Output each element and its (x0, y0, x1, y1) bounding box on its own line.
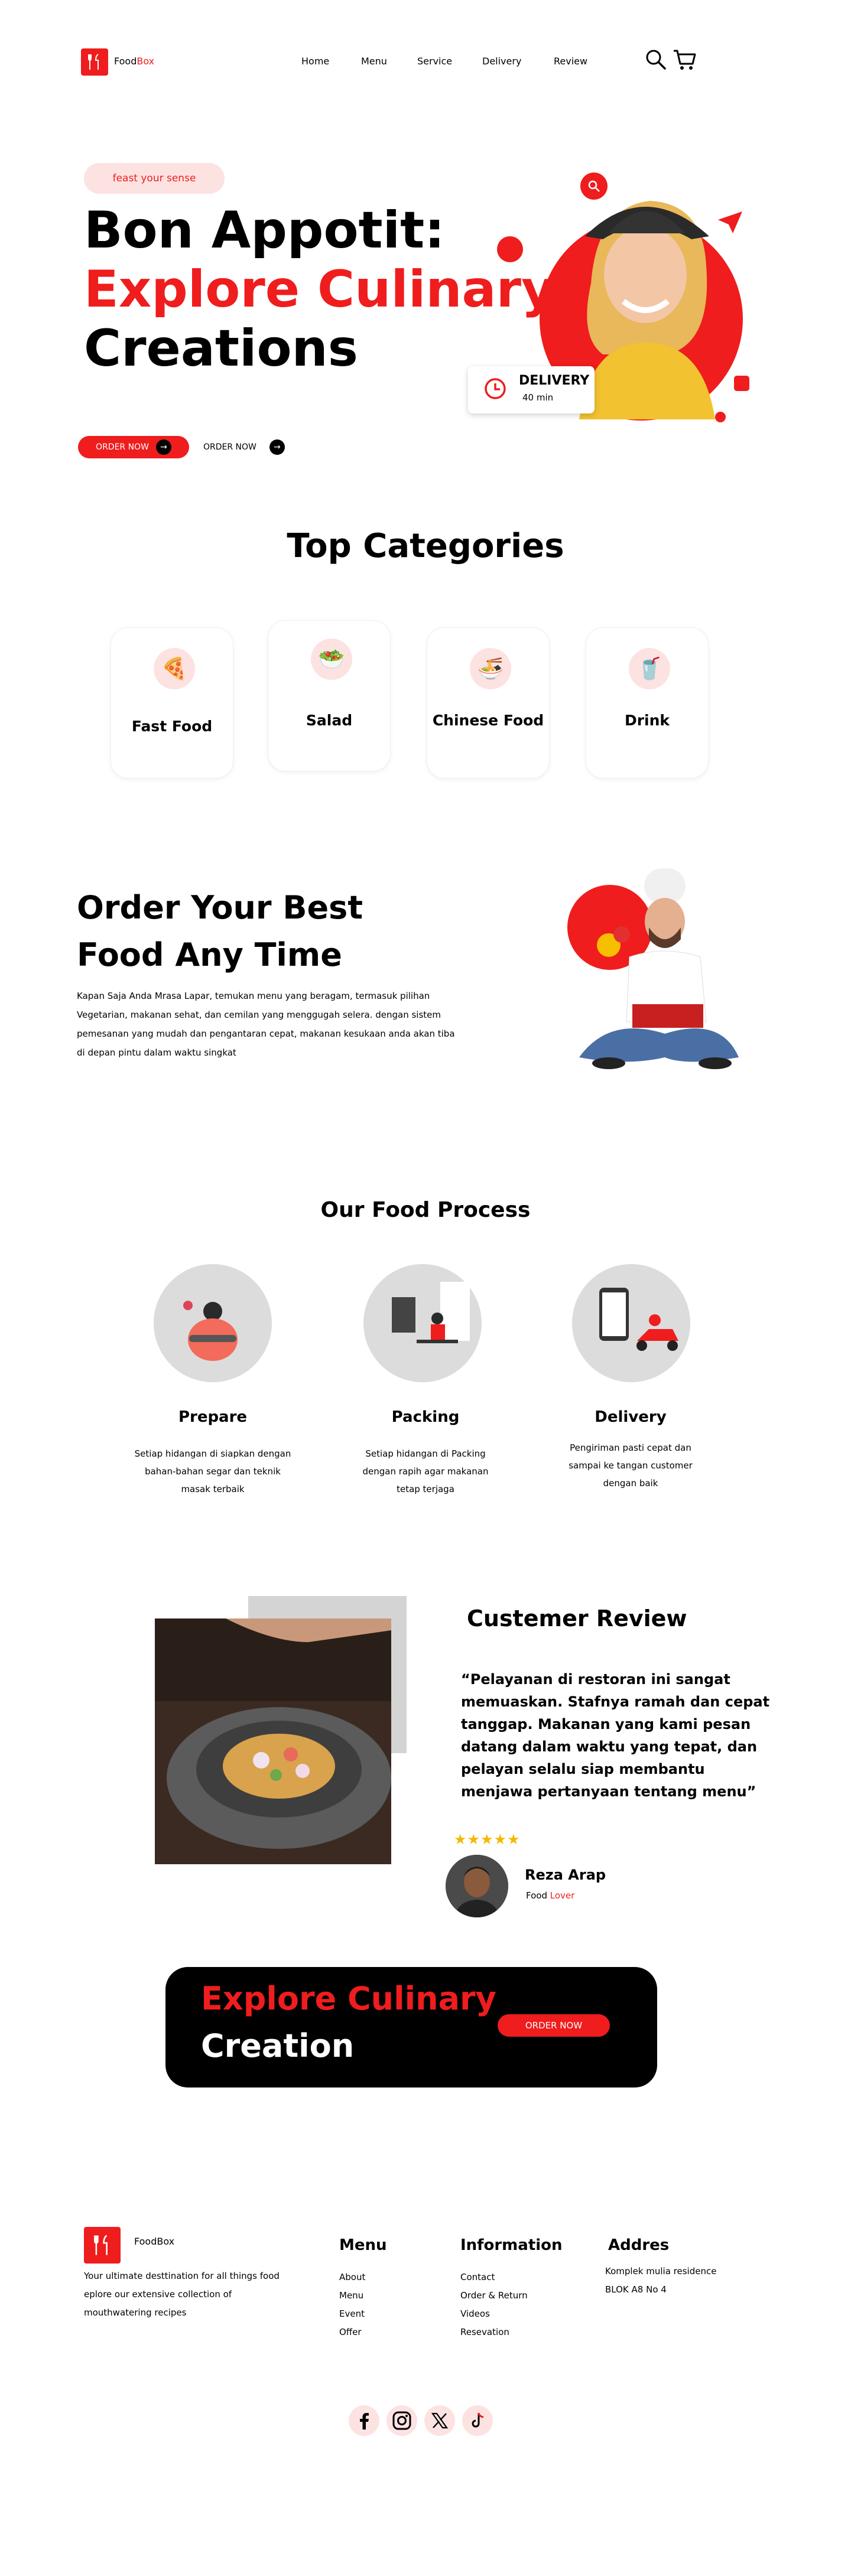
cta-title-line1: Explore Culinary (201, 1980, 496, 2017)
brand-name-part: Food (114, 56, 137, 67)
brand-name[interactable]: FoodBox (114, 56, 154, 67)
footer-menu-list: About Menu Event Offer (339, 2268, 365, 2341)
footer-link-contact[interactable]: Contact (460, 2268, 528, 2287)
category-card-fast-food[interactable]: 🍕 Fast Food (111, 627, 233, 779)
footer-address-title: Addres (608, 2236, 670, 2254)
nav-service[interactable]: Service (417, 56, 452, 67)
clock-icon (485, 378, 506, 399)
prepare-illustration (154, 1264, 272, 1382)
hero-order-secondary-label: ORDER NOW (203, 442, 256, 452)
reviewer-role-accent: Lover (550, 1890, 575, 1901)
cta-order-button[interactable]: ORDER NOW (498, 2014, 610, 2037)
arrow-right-icon: → (269, 439, 285, 455)
delivery-illustration (572, 1264, 690, 1382)
category-label: Fast Food (131, 718, 213, 735)
footer-link-about[interactable]: About (339, 2268, 365, 2287)
facebook-icon[interactable] (349, 2405, 379, 2436)
search-icon[interactable] (645, 48, 667, 73)
reviewer-role-part: Food (526, 1890, 547, 1901)
process-step-desc: Pengiriman pasti cepat dan sampai ke tan… (569, 1442, 693, 1489)
hero-search-badge[interactable] (580, 172, 608, 200)
nav-menu[interactable]: Menu (361, 56, 387, 67)
footer-link-menu[interactable]: Menu (339, 2287, 365, 2305)
process-step-name: Packing (391, 1408, 460, 1426)
fork-knife-icon (94, 2235, 108, 2255)
process-step-name: Delivery (595, 1408, 667, 1426)
pizza-icon: 🍕 (154, 648, 195, 689)
hero-title-line1: Bon Appotit: (84, 201, 445, 260)
hero-order-button-label: ORDER NOW (96, 442, 149, 452)
category-label: Chinese Food (432, 712, 544, 729)
noodles-icon: 🍜 (470, 648, 511, 689)
fork-knife-icon (88, 54, 99, 70)
process-title: Our Food Process (320, 1198, 531, 1222)
cart-icon[interactable] (673, 48, 697, 74)
category-label: Salad (306, 712, 353, 729)
chef-image (567, 868, 739, 1069)
footer-brand: FoodBox (134, 2236, 175, 2247)
footer-link-videos[interactable]: Videos (460, 2305, 528, 2323)
footer-info-title: Information (460, 2236, 563, 2254)
footer-link-reservation[interactable]: Resevation (460, 2323, 528, 2341)
cta-title-line2: Creation (201, 2027, 355, 2064)
categories-title: Top Categories (287, 527, 564, 565)
packing-illustration (363, 1264, 482, 1382)
review-food-image (155, 1618, 391, 1864)
instagram-icon[interactable] (386, 2405, 417, 2436)
category-label: Drink (624, 712, 670, 729)
process-step-name: Prepare (178, 1408, 248, 1426)
reviewer-name: Reza Arap (525, 1867, 606, 1883)
footer-info-list: Contact Order & Return Videos Resevation (460, 2268, 528, 2341)
footer-link-order-return[interactable]: Order & Return (460, 2287, 528, 2305)
order-title-line1: Order Your Best (77, 889, 363, 926)
footer-logo[interactable] (84, 2227, 121, 2264)
brand-logo[interactable] (81, 48, 108, 76)
footer-menu-title: Menu (339, 2236, 387, 2254)
review-stars: ★★★★★ (454, 1831, 521, 1848)
category-card-drink[interactable]: 🥤 Drink (586, 627, 709, 779)
footer-address: Komplek mulia residence BLOK A8 No 4 (605, 2262, 716, 2299)
delivery-time: 40 min (522, 392, 554, 403)
x-icon[interactable] (424, 2405, 455, 2436)
footer-description: Your ultimate desttination for all thing… (84, 2271, 280, 2318)
delivery-badge: DELIVERY 40 min (468, 366, 595, 413)
footer-link-event[interactable]: Event (339, 2305, 365, 2323)
tiktok-icon[interactable] (462, 2405, 493, 2436)
search-icon (588, 180, 600, 192)
brand-name-accent: Box (137, 56, 155, 67)
order-description: Kapan Saja Anda Mrasa Lapar, temukan men… (77, 991, 455, 1058)
arrow-right-icon: → (155, 439, 171, 455)
nav-home[interactable]: Home (301, 56, 329, 67)
category-card-chinese-food[interactable]: 🍜 Chinese Food (427, 627, 550, 779)
category-card-salad[interactable]: 🥗 Salad (268, 620, 391, 771)
nav-review[interactable]: Review (554, 56, 587, 67)
process-step-desc: Setiap hidangan di siapkan dengan bahan-… (134, 1448, 291, 1494)
hero-order-button[interactable]: ORDER NOW → (78, 436, 189, 458)
nav-delivery[interactable]: Delivery (482, 56, 521, 67)
reviewer-role: Food Lover (526, 1890, 574, 1901)
hero-title-line2: Explore Culinary (84, 260, 555, 319)
process-step-desc: Setiap hidangan di Packing dengan rapih … (362, 1448, 489, 1494)
hero-tag: feast your sense (84, 163, 225, 194)
salad-icon: 🥗 (311, 639, 352, 680)
avatar (446, 1855, 508, 1917)
footer-address-line: Komplek mulia residence (605, 2266, 717, 2277)
hero-title-line3: Creations (84, 319, 358, 378)
footer-address-line: BLOK A8 No 4 (605, 2284, 667, 2295)
drink-icon: 🥤 (629, 648, 670, 689)
review-title: Custemer Review (467, 1605, 687, 1631)
order-title-line2: Food Any Time (77, 936, 342, 973)
delivery-title: DELIVERY (519, 373, 590, 388)
hero-order-secondary-button[interactable]: ORDER NOW → (203, 439, 285, 455)
review-quote: “Pelayanan di restoran ini sangat memuas… (461, 1671, 770, 1800)
footer-link-offer[interactable]: Offer (339, 2323, 365, 2341)
